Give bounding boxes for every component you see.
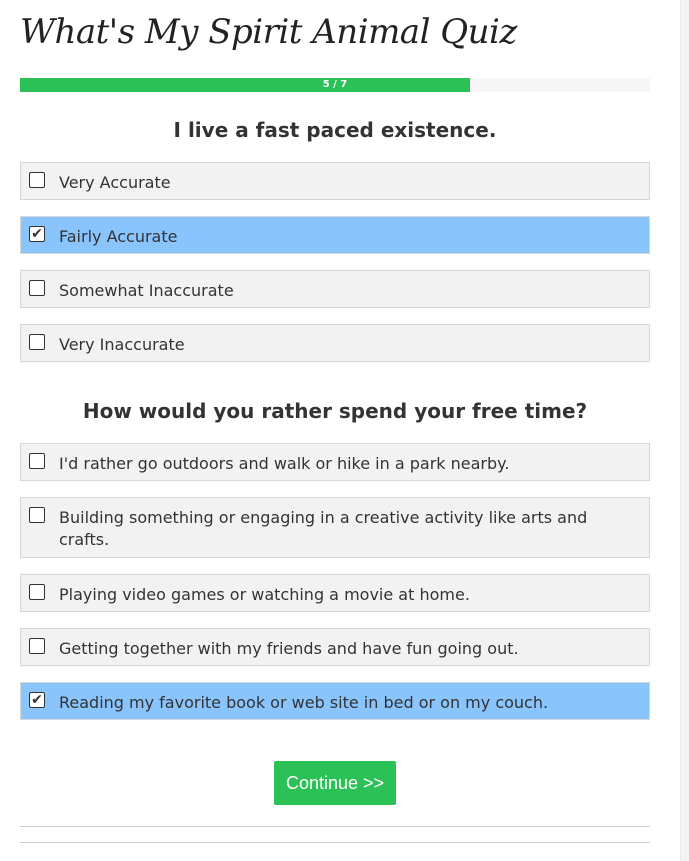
- question-2-title: How would you rather spend your free tim…: [82, 399, 588, 423]
- option-label: Getting together with my friends and hav…: [59, 639, 519, 658]
- checkbox[interactable]: [29, 334, 45, 350]
- scrollbar-track[interactable]: [680, 0, 689, 861]
- page-title: What's My Spirit Animal Quiz: [20, 12, 517, 52]
- answer-option[interactable]: I'd rather go outdoors and walk or hike …: [20, 443, 650, 481]
- checkbox[interactable]: [29, 584, 45, 600]
- answer-option[interactable]: Getting together with my friends and hav…: [20, 628, 650, 666]
- checkbox-checked[interactable]: ✔: [29, 692, 45, 708]
- checkbox[interactable]: [29, 638, 45, 654]
- option-label: Very Accurate: [59, 173, 171, 192]
- answer-option[interactable]: Building something or engaging in a crea…: [20, 497, 650, 558]
- checkbox[interactable]: [29, 280, 45, 296]
- option-label: Fairly Accurate: [59, 227, 178, 246]
- answer-option[interactable]: ✔ Reading my favorite book or web site in…: [20, 682, 650, 720]
- answer-option[interactable]: Very Accurate: [20, 162, 650, 200]
- question-1-title: I live a fast paced existence.: [173, 118, 497, 142]
- option-label: I'd rather go outdoors and walk or hike …: [59, 454, 510, 473]
- checkbox[interactable]: [29, 507, 45, 523]
- checkbox[interactable]: [29, 172, 45, 188]
- answer-option[interactable]: Very Inaccurate: [20, 324, 650, 362]
- option-label: Very Inaccurate: [59, 335, 185, 354]
- option-label: Reading my favorite book or web site in …: [59, 693, 549, 712]
- progress-bar: 5 / 7: [20, 78, 650, 92]
- checkbox-checked[interactable]: ✔: [29, 226, 45, 242]
- answer-option[interactable]: ✔ Fairly Accurate: [20, 216, 650, 254]
- divider: [20, 826, 650, 827]
- answer-option[interactable]: Somewhat Inaccurate: [20, 270, 650, 308]
- checkbox[interactable]: [29, 453, 45, 469]
- option-label: Playing video games or watching a movie …: [59, 585, 470, 604]
- answer-option[interactable]: Playing video games or watching a movie …: [20, 574, 650, 612]
- progress-label: 5 / 7: [322, 79, 348, 90]
- option-label: Somewhat Inaccurate: [59, 281, 234, 300]
- option-label: Building something or engaging in a crea…: [59, 508, 588, 549]
- continue-button[interactable]: Continue >>: [274, 761, 396, 805]
- divider: [20, 842, 650, 843]
